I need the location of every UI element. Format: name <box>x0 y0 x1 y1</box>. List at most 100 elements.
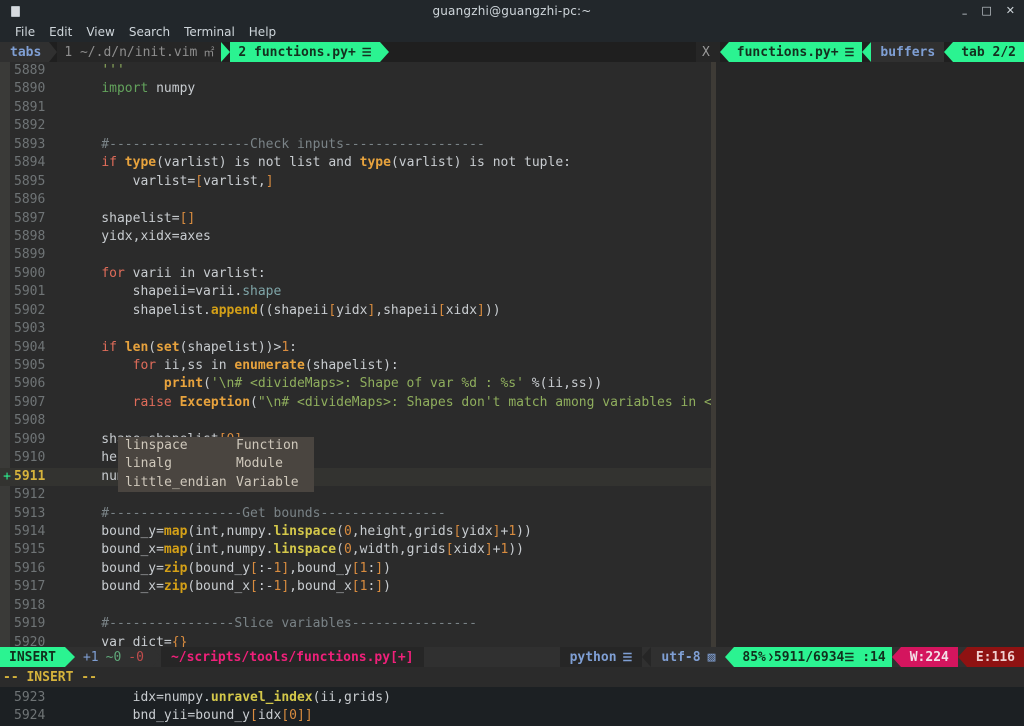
status-sep-5 <box>892 647 901 667</box>
status-encoding-label: utf-8 <box>661 650 700 665</box>
autocomplete-item-word: little_endian <box>118 474 236 492</box>
status-sep-6 <box>958 647 967 667</box>
buffer-current-label: functions.py+ <box>737 45 839 60</box>
status-errors: E:116 <box>967 647 1024 667</box>
status-column: :14 <box>854 650 885 665</box>
autocomplete-item-word: linalg <box>118 455 236 473</box>
line-number: 5902 <box>14 302 60 320</box>
line-number: 5900 <box>14 265 60 283</box>
status-position: 85% ❯ 5911/6934 ☰ :14 <box>734 647 891 667</box>
tab-counter: tab 2/2 <box>953 42 1024 62</box>
git-modified-count: ~0 <box>106 650 122 665</box>
line-number: 5893 <box>14 136 60 154</box>
line-number: 5903 <box>14 320 60 338</box>
line-number: 5924 <box>14 707 60 725</box>
line-number: 5899 <box>14 246 60 264</box>
tabline-sep-2 <box>221 42 230 62</box>
line-number: 5889 <box>14 62 60 80</box>
autocomplete-item-word: linspace <box>118 437 236 455</box>
line-number: 5910 <box>14 449 60 467</box>
line-number: 5904 <box>14 339 60 357</box>
line-number: 5916 <box>14 560 60 578</box>
line-number: 5919 <box>14 615 60 633</box>
line-number: 5923 <box>14 689 60 707</box>
line-number: 5906 <box>14 375 60 393</box>
tabline-sep-3 <box>380 42 389 62</box>
tabline-sep-6 <box>944 42 953 62</box>
status-sep-3 <box>642 647 651 667</box>
right-split-pane[interactable] <box>716 62 1024 647</box>
autocomplete-popup[interactable]: linspaceFunctionlinalgModulelittle_endia… <box>118 437 314 492</box>
status-encoding: utf-8 ▨ <box>651 647 725 667</box>
buffers-label: buffers <box>871 42 944 62</box>
tabline-sep-4 <box>720 42 729 62</box>
tab-init-vim-label: 1 ~/.d/n/init.vim <box>64 45 197 60</box>
tab-functions-py-label: 2 functions.py+ <box>238 45 355 60</box>
menu-bar: File Edit View Search Terminal Help <box>0 22 1024 42</box>
line-sign: + <box>0 468 14 486</box>
line-number: 5894 <box>14 154 60 172</box>
tabline-label: tabs <box>0 42 49 62</box>
autocomplete-item[interactable]: linspaceFunction <box>118 437 314 455</box>
tabline-close-button[interactable]: X <box>696 42 720 62</box>
filetype-icon: ☰ <box>623 651 633 664</box>
status-percent: 85% <box>740 650 767 665</box>
status-line: INSERT +1 ~0 -0 ~/scripts/tools/function… <box>0 647 1024 667</box>
buffer-modified-icon: ㎡ <box>203 44 214 60</box>
code-line[interactable]: 5924 bnd_yii=bound_y[idx[0]] <box>0 707 1024 725</box>
line-number: 5890 <box>14 80 60 98</box>
vim-tabline: tabs 1 ~/.d/n/init.vim ㎡ 2 functions.py+… <box>0 42 1024 62</box>
line-number: 5907 <box>14 394 60 412</box>
line-number: 5898 <box>14 228 60 246</box>
tab-init-vim[interactable]: 1 ~/.d/n/init.vim ㎡ <box>57 42 221 62</box>
status-filetype: python ☰ <box>560 647 643 667</box>
terminal-window: guangzhi@guangzhi-pc:~ – □ ✕ File Edit V… <box>0 0 1024 687</box>
window-title: guangzhi@guangzhi-pc:~ <box>0 4 1024 18</box>
line-number: 5917 <box>14 578 60 596</box>
tabline-sep-5 <box>862 42 871 62</box>
autocomplete-item[interactable]: linalgModule <box>118 455 314 473</box>
line-number: 5897 <box>14 210 60 228</box>
menu-item-view[interactable]: View <box>79 23 121 41</box>
line-number: 5901 <box>14 283 60 301</box>
autocomplete-item-kind: Module <box>236 455 314 473</box>
line-text: idx=numpy.unravel_index(ii,grids) <box>70 689 1024 707</box>
status-sep-4 <box>725 647 734 667</box>
encoding-icon: ▨ <box>708 650 716 665</box>
git-deleted-count: -0 <box>128 650 144 665</box>
menu-item-terminal[interactable]: Terminal <box>177 23 242 41</box>
line-number: 5911 <box>14 468 60 486</box>
autocomplete-item[interactable]: little_endianVariable <box>118 474 314 492</box>
menu-item-edit[interactable]: Edit <box>42 23 79 41</box>
line-number: 5912 <box>14 486 60 504</box>
maximize-button[interactable]: □ <box>981 6 991 16</box>
autocomplete-item-kind: Function <box>236 437 314 455</box>
line-number: 5891 <box>14 99 60 117</box>
buffer-list-icon: ☰ <box>362 46 372 59</box>
close-button[interactable]: ✕ <box>1006 6 1015 16</box>
status-filepath: ~/scripts/tools/functions.py[+] <box>161 647 424 667</box>
menu-item-file[interactable]: File <box>8 23 42 41</box>
line-number: 5892 <box>14 117 60 135</box>
line-number: 5895 <box>14 173 60 191</box>
minimize-button[interactable]: – <box>962 9 968 19</box>
line-number: 5909 <box>14 431 60 449</box>
status-line-total: 5911/6934 <box>774 650 844 665</box>
status-sep-1 <box>65 647 75 667</box>
tabline-sep-1 <box>49 42 57 62</box>
git-added-count: +1 <box>83 650 99 665</box>
menu-item-search[interactable]: Search <box>122 23 177 41</box>
line-number: 5896 <box>14 191 60 209</box>
buffer-icon: ☰ <box>845 46 855 59</box>
tab-functions-py[interactable]: 2 functions.py+ ☰ <box>230 42 379 62</box>
code-line[interactable]: 5923 idx=numpy.unravel_index(ii,grids) <box>0 689 1024 707</box>
status-sep-2 <box>152 647 161 667</box>
autocomplete-item-kind: Variable <box>236 474 314 492</box>
line-text: bnd_yii=bound_y[idx[0]] <box>70 707 1024 725</box>
status-mode: INSERT <box>0 647 65 667</box>
command-line[interactable]: -- INSERT -- <box>0 667 1024 687</box>
buffer-current[interactable]: functions.py+ ☰ <box>729 42 863 62</box>
window-controls: – □ ✕ <box>962 0 1015 22</box>
menu-item-help[interactable]: Help <box>242 23 283 41</box>
status-warnings: W:224 <box>901 647 958 667</box>
